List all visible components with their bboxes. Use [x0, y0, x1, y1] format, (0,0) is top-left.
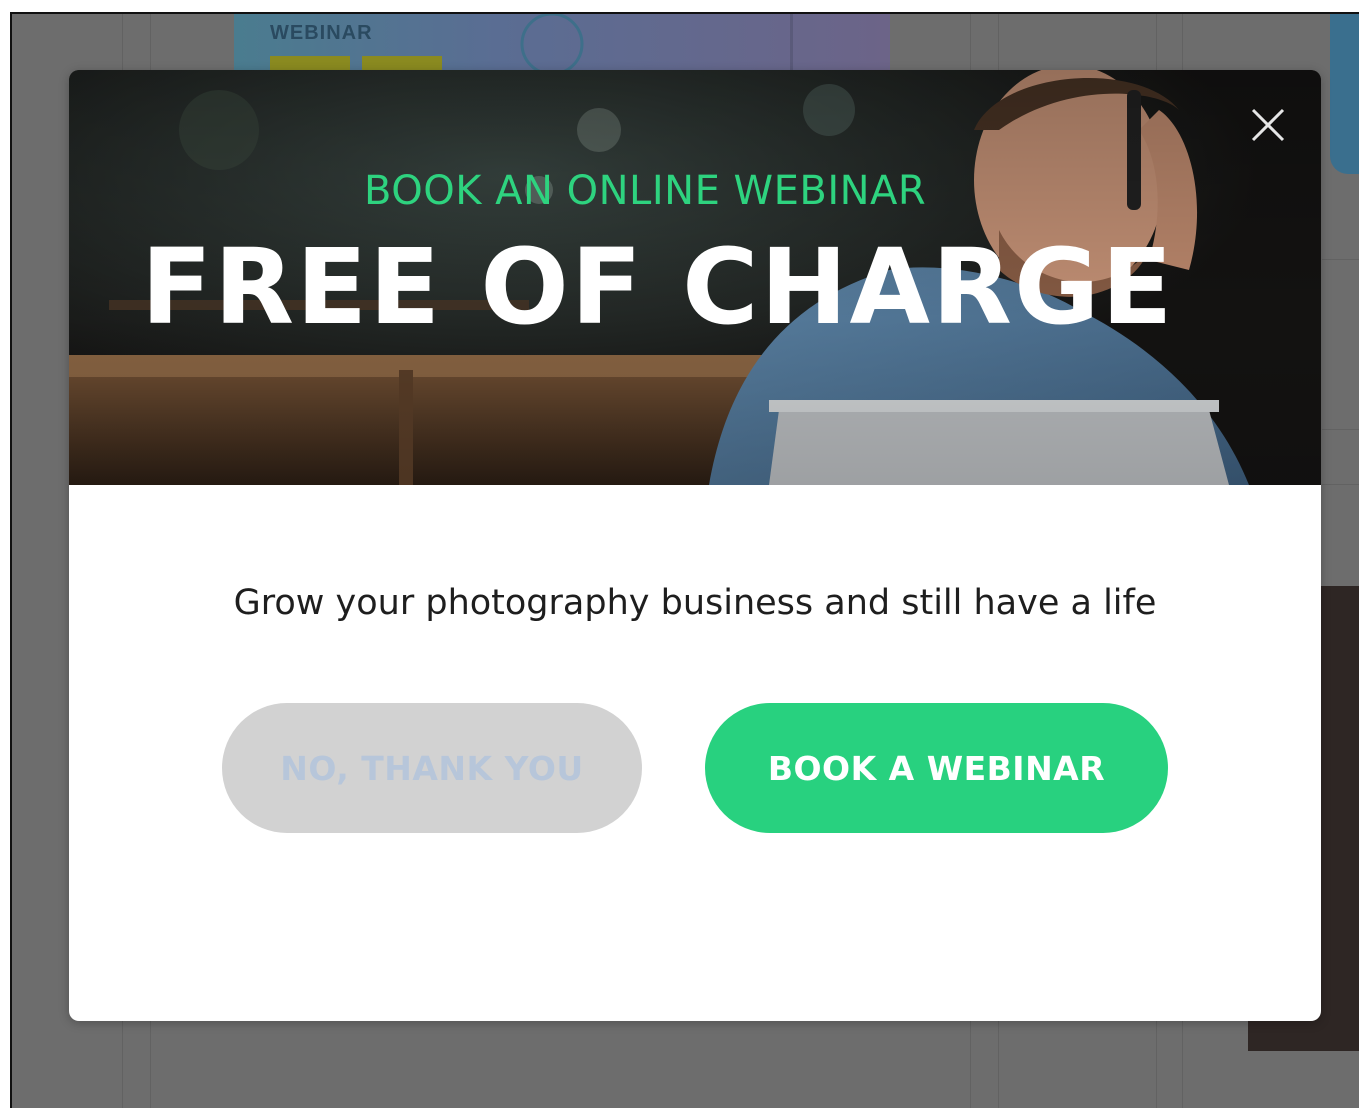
modal-hero: BOOK AN ONLINE WEBINAR FREE OF CHARGE [69, 70, 1321, 485]
webinar-modal: BOOK AN ONLINE WEBINAR FREE OF CHARGE Gr… [69, 70, 1321, 1021]
close-icon[interactable] [1247, 104, 1289, 146]
background-card-title: WEBINAR [270, 22, 373, 44]
hero-kicker: BOOK AN ONLINE WEBINAR [364, 168, 927, 214]
book-webinar-button[interactable]: BOOK A WEBINAR [705, 703, 1168, 833]
modal-body: Grow your photography business and still… [69, 485, 1321, 1021]
bg-divider [1322, 429, 1359, 430]
bg-divider [1322, 484, 1359, 485]
bg-divider [1322, 259, 1359, 260]
page: WEBINAR BOOK AN ONLINE WEBINAR FREE OF C… [0, 0, 1359, 1108]
modal-subtitle: Grow your photography business and still… [233, 583, 1157, 623]
decline-button[interactable]: NO, THANK YOU [222, 703, 642, 833]
background-blue-panel [1330, 14, 1359, 174]
hero-title: FREE OF CHARGE [141, 226, 1175, 348]
close-button[interactable] [1247, 104, 1289, 146]
